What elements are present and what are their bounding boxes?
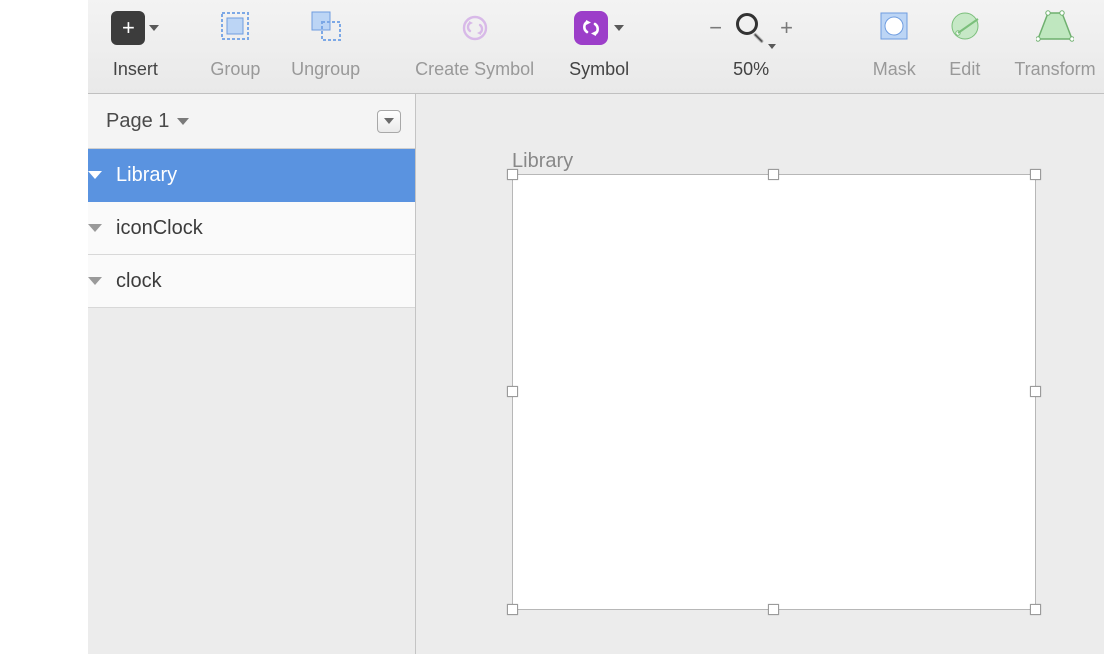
mask-label: Mask	[873, 59, 916, 80]
chevron-down-icon	[768, 44, 776, 49]
selection-handle-tr[interactable]	[1030, 169, 1041, 180]
zoom-tool[interactable]: − + 50%	[696, 0, 806, 93]
page-name: Page 1	[106, 110, 169, 133]
insert-plus-icon: +	[111, 11, 145, 45]
layer-row-clock[interactable]: clock	[88, 255, 415, 308]
group-label: Group	[210, 59, 260, 80]
disclosure-triangle-icon[interactable]	[88, 277, 102, 285]
edit-icon	[948, 9, 982, 48]
selection-handle-ml[interactable]	[507, 386, 518, 397]
chevron-down-icon	[149, 25, 159, 31]
layer-row-library[interactable]: Library	[88, 149, 415, 202]
symbol-icon	[574, 11, 608, 45]
insert-label: Insert	[113, 59, 158, 80]
group-icon	[218, 9, 252, 48]
layer-name: Library	[116, 164, 177, 187]
transform-tool[interactable]: Transform	[1006, 0, 1104, 93]
insert-tool[interactable]: + Insert	[106, 0, 165, 93]
selection-handle-tl[interactable]	[507, 169, 518, 180]
group-tool[interactable]: Group	[204, 0, 267, 93]
toolbar: + Insert Group	[88, 0, 1104, 94]
app: + Insert Group	[0, 0, 1104, 654]
transform-label: Transform	[1014, 59, 1095, 80]
chevron-down-icon	[384, 118, 394, 124]
left-gutter	[0, 0, 88, 654]
collapse-pages-button[interactable]	[377, 110, 401, 133]
edit-tool[interactable]: Edit	[941, 0, 988, 93]
chevron-down-icon	[177, 118, 189, 125]
chevron-down-icon	[614, 25, 624, 31]
layer-name: clock	[116, 270, 162, 293]
selection-handle-bl[interactable]	[507, 604, 518, 615]
zoom-in-icon[interactable]: +	[780, 15, 793, 41]
layers-list: Library iconClock clock	[88, 149, 415, 654]
ungroup-icon	[309, 9, 343, 48]
magnifier-icon[interactable]	[736, 13, 766, 43]
mask-icon	[877, 9, 911, 48]
zoom-level-label: 50%	[733, 59, 769, 80]
selection-handle-tm[interactable]	[768, 169, 779, 180]
create-symbol-tool[interactable]: Create Symbol	[406, 0, 543, 93]
layer-row-iconclock[interactable]: iconClock	[88, 202, 415, 255]
ungroup-tool[interactable]: Ungroup	[284, 0, 366, 93]
mask-tool[interactable]: Mask	[865, 0, 924, 93]
selection-handle-mr[interactable]	[1030, 386, 1041, 397]
symbol-tool[interactable]: Symbol	[561, 0, 637, 93]
transform-icon	[1036, 9, 1074, 48]
selection-handle-br[interactable]	[1030, 604, 1041, 615]
create-symbol-icon	[458, 11, 492, 45]
layers-panel: Page 1 Library iconClock clo	[88, 94, 416, 654]
zoom-out-icon[interactable]: −	[709, 15, 722, 41]
ungroup-label: Ungroup	[291, 59, 360, 80]
canvas[interactable]: Library	[416, 94, 1104, 654]
artboard[interactable]	[512, 174, 1036, 610]
disclosure-triangle-icon[interactable]	[88, 224, 102, 232]
selection-handle-bm[interactable]	[768, 604, 779, 615]
edit-label: Edit	[949, 59, 980, 80]
content-row: Page 1 Library iconClock clo	[88, 94, 1104, 654]
create-symbol-label: Create Symbol	[415, 59, 534, 80]
layer-name: iconClock	[116, 217, 203, 240]
page-selector[interactable]: Page 1	[88, 94, 415, 149]
symbol-label: Symbol	[569, 59, 629, 80]
artboard-label[interactable]: Library	[512, 150, 573, 173]
disclosure-triangle-icon[interactable]	[88, 171, 102, 179]
